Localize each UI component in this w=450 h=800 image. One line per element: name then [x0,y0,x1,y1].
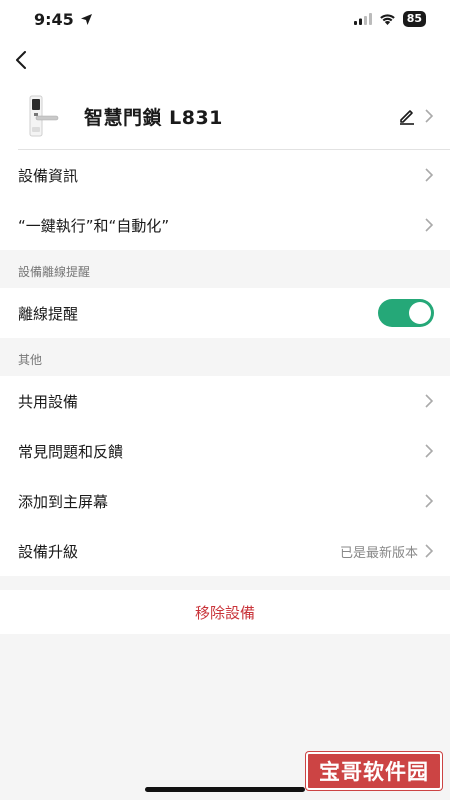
add-to-home-row[interactable]: 添加到主屏幕 [0,476,450,526]
site-watermark: 宝哥软件园 [306,752,442,790]
device-name: 智慧門鎖 L831 [84,106,223,129]
nav-bar [0,38,450,82]
wifi-icon [379,14,395,25]
automation-row[interactable]: “一鍵執行”和“自動化” [0,200,450,250]
cellular-signal-icon [353,13,372,25]
battery-indicator: 85 [402,11,426,27]
firmware-upgrade-label: 設備升級 [18,542,79,561]
firmware-upgrade-row[interactable]: 設備升級 已是最新版本 [0,526,450,576]
edit-pencil-icon[interactable] [398,107,416,125]
add-to-home-label: 添加到主屏幕 [18,492,109,511]
time-text: 9:45 [34,9,74,29]
back-chevron-icon[interactable] [14,51,28,69]
location-arrow-icon [80,13,92,25]
offline-reminder-toggle[interactable] [378,299,434,327]
faq-feedback-label: 常見問題和反饋 [18,442,124,461]
chevron-right-icon [425,109,434,123]
other-section: 共用設備 常見問題和反饋 添加到主屏幕 設備升級 已是最新版本 [0,376,450,576]
faq-feedback-row[interactable]: 常見問題和反饋 [0,426,450,476]
chevron-right-icon [425,544,434,558]
status-time: 9:45 [34,10,93,29]
smart-lock-image-icon [29,95,59,137]
offline-reminder-row: 離線提醒 [0,288,450,338]
offline-reminder-label: 離線提醒 [18,304,79,323]
status-bar: 9:45 85 [0,0,450,38]
other-section-title: 其他 [0,338,450,376]
home-indicator [145,787,305,792]
device-info-row[interactable]: 設備資訊 [0,150,450,200]
toggle-knob [409,302,431,324]
header-actions [398,107,434,125]
device-info-label: 設備資訊 [18,166,79,185]
device-settings-section: 設備資訊 “一鍵執行”和“自動化” [0,150,450,250]
chevron-right-icon [425,168,434,182]
smart-lock-thumbnail [22,94,62,138]
firmware-status-value: 已是最新版本 [339,545,418,561]
remove-device-button[interactable]: 移除設備 [0,590,450,634]
offline-section-title: 設備離線提醒 [0,250,450,288]
device-header[interactable]: 智慧門鎖 L831 [0,82,450,150]
chevron-right-icon [425,394,434,408]
chevron-right-icon [425,494,434,508]
share-device-row[interactable]: 共用設備 [0,376,450,426]
offline-section: 離線提醒 [0,288,450,338]
share-device-label: 共用設備 [18,392,79,411]
chevron-right-icon [425,218,434,232]
chevron-right-icon [425,444,434,458]
automation-label: “一鍵執行”和“自動化” [18,216,170,235]
status-indicators: 85 [353,11,426,27]
